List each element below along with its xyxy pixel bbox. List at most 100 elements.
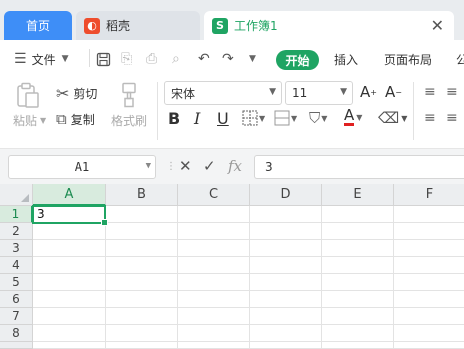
italic-button[interactable]: I bbox=[194, 109, 200, 128]
row-header-2[interactable]: 2 bbox=[0, 223, 33, 240]
cell-f1[interactable] bbox=[394, 206, 464, 223]
cell-a2[interactable] bbox=[33, 223, 106, 240]
cell-e4[interactable] bbox=[322, 257, 394, 274]
fill-color-icon[interactable]: ⛉ ▼ bbox=[309, 109, 327, 127]
cell-c1[interactable] bbox=[178, 206, 250, 223]
tab-workbook[interactable]: S 工作簿1 ✕ bbox=[204, 11, 454, 40]
cell-b7[interactable] bbox=[106, 308, 178, 325]
paste-button[interactable]: 粘贴 ▼ bbox=[13, 112, 46, 129]
cell-b3[interactable] bbox=[106, 240, 178, 257]
paste-icon[interactable] bbox=[16, 82, 40, 108]
increase-font-size-icon[interactable]: A + bbox=[360, 83, 377, 101]
cell-c6[interactable] bbox=[178, 291, 250, 308]
cell-a9[interactable] bbox=[33, 342, 106, 349]
column-header-d[interactable]: D bbox=[250, 184, 322, 206]
cell-d8[interactable] bbox=[250, 325, 322, 342]
row-header-1[interactable]: 1 bbox=[0, 206, 33, 223]
cell-c9[interactable] bbox=[178, 342, 250, 349]
drag-handle-icon[interactable]: ⋮ bbox=[166, 161, 176, 172]
decrease-font-size-icon[interactable]: A − bbox=[385, 83, 402, 101]
cell-a4[interactable] bbox=[33, 257, 106, 274]
cell-b2[interactable] bbox=[106, 223, 178, 240]
cell-e3[interactable] bbox=[322, 240, 394, 257]
tab-page-layout[interactable]: 页面布局 bbox=[384, 49, 432, 69]
align-middle-icon[interactable]: ≡ bbox=[446, 84, 458, 100]
tab-home[interactable]: 首页 bbox=[4, 11, 72, 40]
cell-d6[interactable] bbox=[250, 291, 322, 308]
row-header-9[interactable] bbox=[0, 342, 33, 349]
font-size-select[interactable]: 11 ▼ bbox=[285, 81, 353, 105]
cancel-icon[interactable]: ✕ bbox=[179, 157, 192, 175]
bold-button[interactable]: B bbox=[168, 109, 180, 128]
formula-input[interactable]: 3 bbox=[254, 155, 464, 179]
tab-partial[interactable]: 公 bbox=[456, 49, 464, 69]
underline-button[interactable]: U bbox=[217, 109, 229, 128]
column-header-c[interactable]: C bbox=[178, 184, 250, 206]
format-painter-button[interactable]: 格式刷 bbox=[111, 112, 147, 129]
print-preview-icon[interactable]: ⌕ bbox=[172, 49, 180, 69]
cell-d2[interactable] bbox=[250, 223, 322, 240]
cell-e7[interactable] bbox=[322, 308, 394, 325]
cell-c4[interactable] bbox=[178, 257, 250, 274]
column-header-e[interactable]: E bbox=[322, 184, 394, 206]
tab-docer[interactable]: ◐ 稻壳 bbox=[76, 11, 200, 40]
row-header-5[interactable]: 5 bbox=[0, 274, 33, 291]
name-box[interactable]: A1 ▼ bbox=[8, 155, 156, 179]
tab-insert[interactable]: 插入 bbox=[334, 49, 358, 69]
row-header-6[interactable]: 6 bbox=[0, 291, 33, 308]
cell-a7[interactable] bbox=[33, 308, 106, 325]
file-menu[interactable]: ☰ 文件 ▼ bbox=[14, 49, 69, 69]
cell-e2[interactable] bbox=[322, 223, 394, 240]
row-header-4[interactable]: 4 bbox=[0, 257, 33, 274]
cell-e9[interactable] bbox=[322, 342, 394, 349]
cell-c7[interactable] bbox=[178, 308, 250, 325]
cell-b6[interactable] bbox=[106, 291, 178, 308]
cell-f8[interactable] bbox=[394, 325, 464, 342]
eraser-icon[interactable]: ⌫ ▼ bbox=[378, 109, 407, 127]
column-header-a[interactable]: A bbox=[33, 184, 106, 206]
close-tab-icon[interactable]: ✕ bbox=[431, 16, 444, 35]
cell-c2[interactable] bbox=[178, 223, 250, 240]
cell-f3[interactable] bbox=[394, 240, 464, 257]
select-all-corner[interactable] bbox=[0, 184, 33, 206]
cell-c5[interactable] bbox=[178, 274, 250, 291]
copy-button[interactable]: ⧉ 复制 bbox=[56, 110, 95, 128]
cell-e1[interactable] bbox=[322, 206, 394, 223]
cell-b8[interactable] bbox=[106, 325, 178, 342]
cell-f2[interactable] bbox=[394, 223, 464, 240]
cell-f4[interactable] bbox=[394, 257, 464, 274]
cell-a3[interactable] bbox=[33, 240, 106, 257]
align-center-icon[interactable]: ≡ bbox=[446, 110, 458, 126]
cell-f9[interactable] bbox=[394, 342, 464, 349]
column-header-f[interactable]: F bbox=[394, 184, 464, 206]
cell-b1[interactable] bbox=[106, 206, 178, 223]
font-name-select[interactable]: 宋体 ▼ bbox=[164, 81, 282, 105]
print-icon[interactable]: ⎙ bbox=[146, 49, 157, 69]
row-header-8[interactable]: 8 bbox=[0, 325, 33, 342]
column-header-b[interactable]: B bbox=[106, 184, 178, 206]
cell-a6[interactable] bbox=[33, 291, 106, 308]
cell-d1[interactable] bbox=[250, 206, 322, 223]
cell-d3[interactable] bbox=[250, 240, 322, 257]
format-painter-icon[interactable] bbox=[120, 82, 138, 108]
tab-start[interactable]: 开始 bbox=[276, 50, 319, 70]
cell-b5[interactable] bbox=[106, 274, 178, 291]
row-header-3[interactable]: 3 bbox=[0, 240, 33, 257]
cell-f5[interactable] bbox=[394, 274, 464, 291]
cell-d9[interactable] bbox=[250, 342, 322, 349]
align-top-icon[interactable]: ≡ bbox=[424, 84, 436, 100]
cell-a1[interactable]: 3 bbox=[32, 205, 108, 226]
border-icon[interactable]: ▼ bbox=[242, 110, 265, 126]
row-header-7[interactable]: 7 bbox=[0, 308, 33, 325]
insert-function-icon[interactable]: fx bbox=[228, 157, 242, 175]
font-color-button[interactable]: A ▼ bbox=[344, 108, 362, 126]
align-left-icon[interactable]: ≡ bbox=[424, 110, 436, 126]
cut-button[interactable]: ✂ 剪切 bbox=[56, 84, 97, 103]
cell-d7[interactable] bbox=[250, 308, 322, 325]
cell-e8[interactable] bbox=[322, 325, 394, 342]
quick-access-dropdown-icon[interactable]: ▼ bbox=[249, 49, 256, 69]
cell-e6[interactable] bbox=[322, 291, 394, 308]
cell-d5[interactable] bbox=[250, 274, 322, 291]
confirm-icon[interactable]: ✓ bbox=[203, 157, 216, 175]
cell-d4[interactable] bbox=[250, 257, 322, 274]
